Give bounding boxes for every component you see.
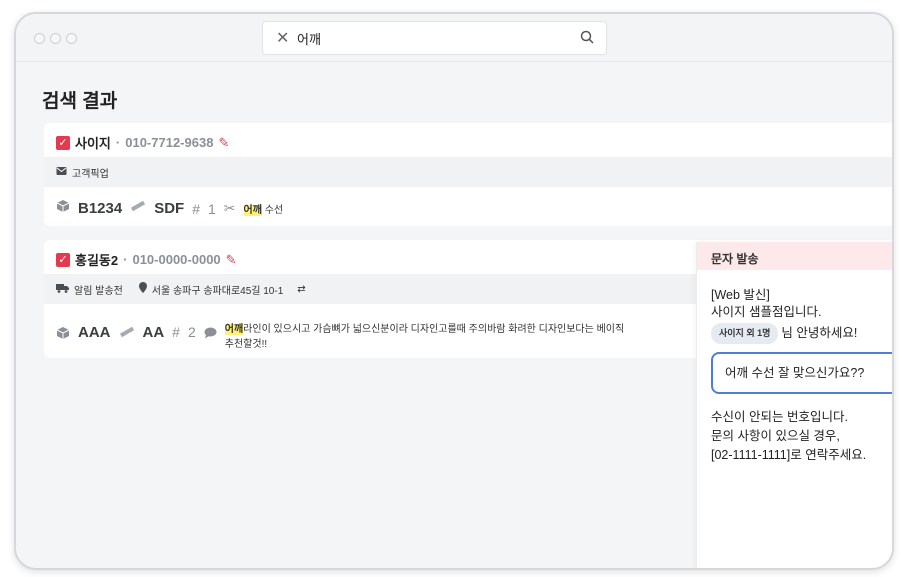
sms-greeting: 님 안녕하세요! [781,325,858,340]
box-icon [56,199,70,218]
hash-icon: # [192,200,200,217]
scissors-icon: ✂ [223,200,236,216]
clear-search-icon[interactable]: ✕ [276,28,289,48]
recipient-chip[interactable]: 사이지 외 1명 [711,323,779,344]
search-input[interactable] [297,28,557,48]
sms-line: 사이지 샘플점입니다. [711,305,822,319]
edit-icon[interactable]: ✎ [218,135,229,151]
location-pin-icon [138,282,147,296]
close-window-dot[interactable] [34,33,45,44]
checkbox[interactable]: ✓ [56,252,70,267]
alert-status: 알림 발송전 [74,285,123,297]
info-strip: 고객픽업 [44,157,892,187]
minimize-window-dot[interactable] [50,33,61,44]
checkbox[interactable]: ✓ [56,135,70,150]
page-title: 검색 결과 [42,91,118,112]
order-code: B1234 [78,200,123,217]
customer-phone: 010-0000-0000 [132,252,221,267]
sms-footer-line: 수신이 안되는 번호입니다. [711,410,848,424]
measure-value: AA [142,324,165,341]
item-count: 1 [208,200,216,217]
sms-footer-line: [02-1111-1111]로 연락주세요. [711,448,867,462]
customer-name: 사이지 [75,136,111,151]
sms-message-input[interactable]: 어깨 수선 잘 맞으신가요?? [711,352,892,394]
window-controls [34,33,77,44]
speech-bubble-icon [204,326,217,344]
hash-icon: # [172,324,180,340]
box-icon [56,326,70,345]
mail-icon [56,166,67,179]
pickup-status: 고객픽업 [72,168,109,180]
search-bar: ✕ [262,21,607,55]
app-window: ✕ 검색 결과 ✓ 사이지 · 010-7712-9638 ✎ 고객픽업 [14,12,894,570]
memo-text: 라인이 있으시고 가슴뼈가 넓으신분이라 디자인고를때 주의바람 화려한 디자인… [243,324,625,335]
phone-separator: · [115,135,121,150]
sms-panel: 문자 발송 [Web 발신] 사이지 샘플점입니다. 사이지 외 1명 님 안녕하… [696,242,892,568]
repair-memo: 수선 [264,205,284,216]
phone-separator: · [123,252,128,267]
ruler-icon [119,325,135,344]
customer-phone: 010-7712-9638 [125,135,214,150]
customer-name: 홍길동2 [75,253,119,268]
result-card[interactable]: ✓ 사이지 · 010-7712-9638 ✎ 고객픽업 B1234 SDF #… [44,123,892,226]
main-content: 검색 결과 ✓ 사이지 · 010-7712-9638 ✎ 고객픽업 B1234 [16,62,892,568]
sms-panel-title: 문자 발송 [697,242,892,270]
ruler-icon [130,199,146,218]
search-icon[interactable] [580,30,594,49]
address: 서울 송파구 송파대로45길 10-1 [151,285,284,297]
search-highlight: 어깨 [243,205,262,216]
swap-icon[interactable]: ⇄ [297,284,305,295]
item-count: 2 [187,324,196,340]
sms-line: [Web 발신] [711,288,770,302]
sms-footer-line: 문의 사항이 있으실 경우, [711,429,840,443]
truck-icon [56,283,69,296]
order-code: AAA [78,324,111,341]
edit-icon[interactable]: ✎ [226,252,237,268]
titlebar: ✕ [16,14,892,62]
customer-memo: 어깨라인이 있으시고 가슴뼈가 넓으신분이라 디자인고를때 주의바람 화려한 디… [224,322,695,352]
zoom-window-dot[interactable] [66,33,77,44]
memo-text-line2: 추천할것!! [224,339,268,350]
search-highlight: 어깨 [224,324,244,335]
measure-value: SDF [154,200,185,217]
